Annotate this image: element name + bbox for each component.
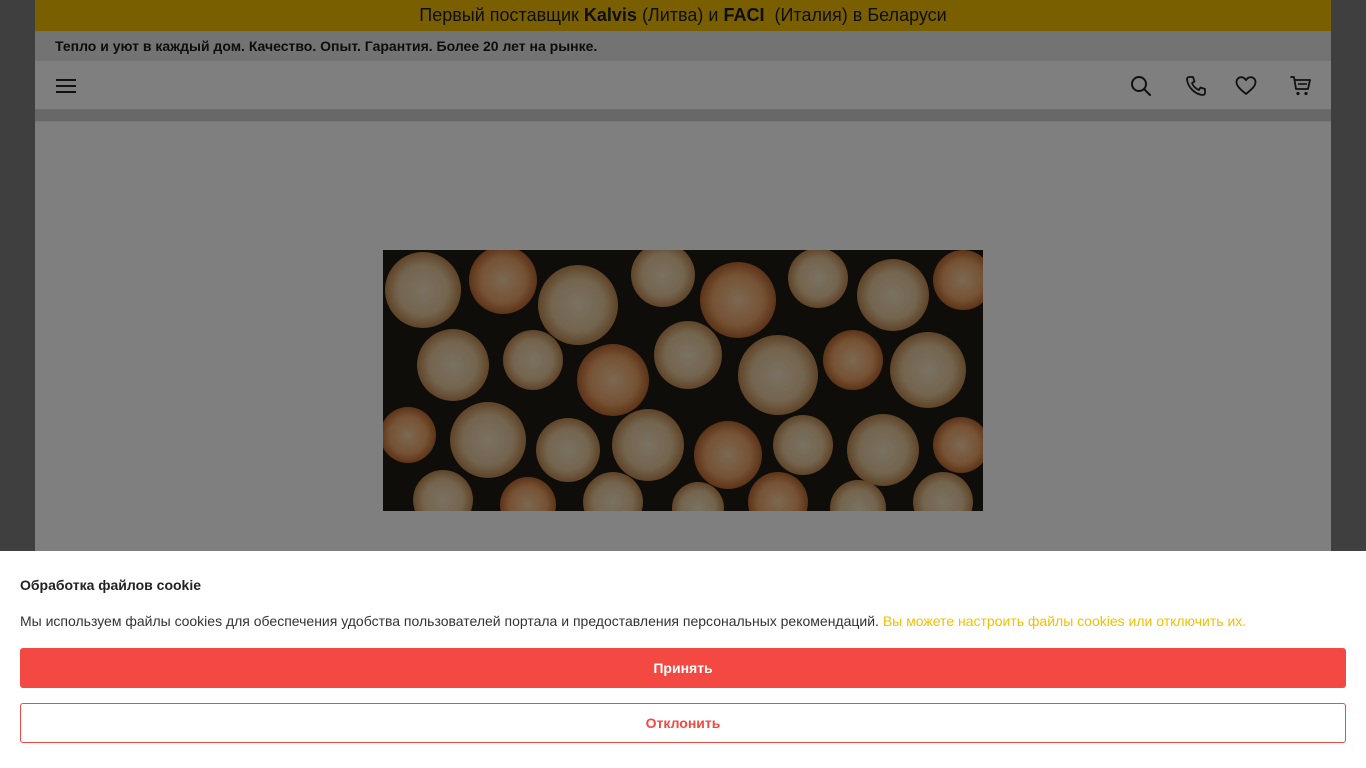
search-icon[interactable] xyxy=(1128,73,1154,99)
promo-middle: (Литва) и xyxy=(636,5,724,25)
heart-icon[interactable] xyxy=(1233,73,1259,99)
hero-image-firewood xyxy=(383,250,983,511)
promo-suffix: (Италия) в Беларуси xyxy=(764,5,947,25)
promo-brand-faci: FACI xyxy=(723,5,765,25)
nav-divider xyxy=(35,110,1331,121)
decline-cookies-button[interactable]: Отклонить xyxy=(20,703,1346,743)
cookie-description: Мы используем файлы cookies для обеспече… xyxy=(20,613,883,629)
accept-cookies-button[interactable]: Принять xyxy=(20,648,1346,688)
tagline: Тепло и уют в каждый дом. Качество. Опыт… xyxy=(35,31,1331,61)
promo-prefix: Первый поставщик xyxy=(419,5,584,25)
cookie-settings-link[interactable]: Вы можете настроить файлы cookies или от… xyxy=(883,613,1246,629)
cookie-text: Мы используем файлы cookies для обеспече… xyxy=(20,613,1246,629)
phone-icon[interactable] xyxy=(1183,73,1209,99)
navbar xyxy=(35,61,1331,110)
menu-icon[interactable] xyxy=(53,73,79,99)
firewood-logs-illustration xyxy=(383,250,983,511)
cookie-banner: Обработка файлов cookie Мы используем фа… xyxy=(0,551,1366,768)
cookie-title: Обработка файлов cookie xyxy=(20,577,202,593)
cart-icon[interactable] xyxy=(1288,73,1314,99)
promo-banner: Первый поставщик Kalvis (Литва) и FACI (… xyxy=(35,0,1331,31)
promo-brand-kalvis: Kalvis xyxy=(583,5,637,25)
